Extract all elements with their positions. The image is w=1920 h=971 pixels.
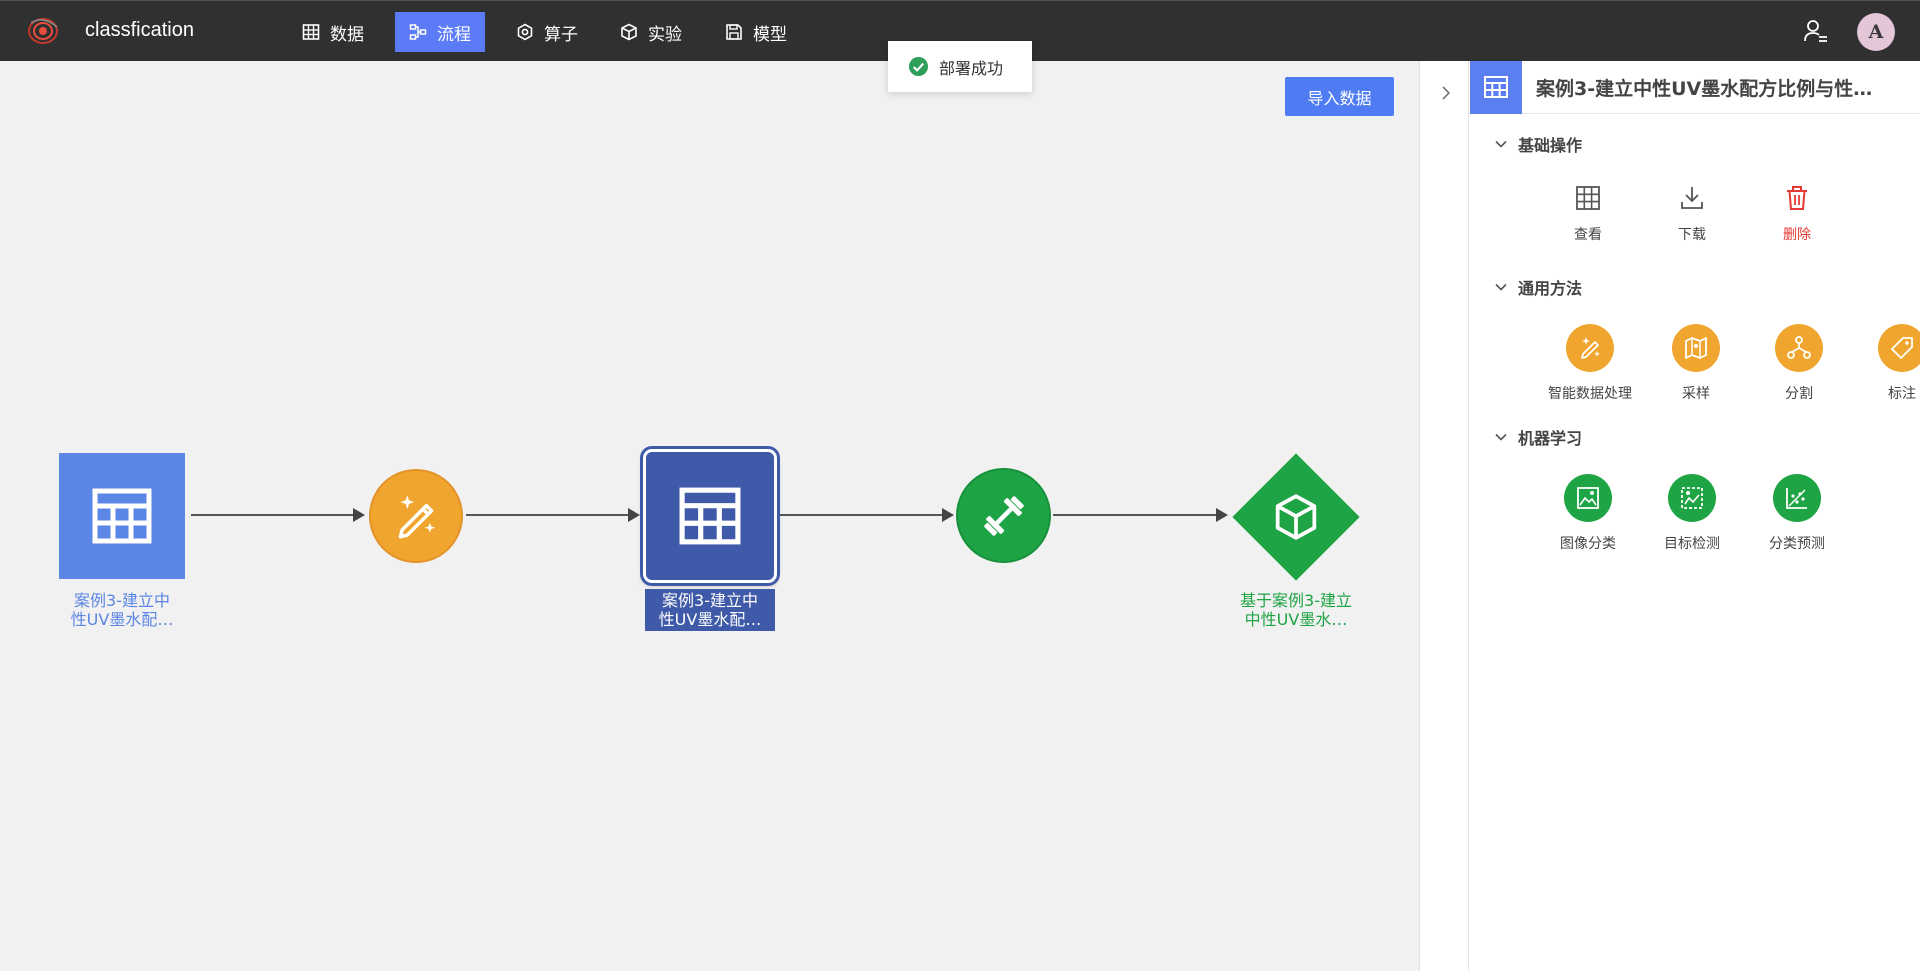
- nav-model[interactable]: 模型: [711, 12, 801, 52]
- nav-data-label: 数据: [330, 24, 364, 45]
- sampling-button[interactable]: 采样: [1646, 324, 1746, 403]
- chevron-right-icon: [1442, 86, 1451, 100]
- dumbbell-icon: [983, 495, 1024, 536]
- section-general-methods[interactable]: 通用方法: [1494, 275, 1582, 299]
- dataset-node-selected[interactable]: [643, 449, 777, 583]
- flow-edge: [778, 508, 954, 522]
- hexagon-icon: [517, 23, 533, 41]
- magic-pencil-icon: [1581, 337, 1600, 359]
- annotate-label: 标注: [1888, 386, 1916, 402]
- sampling-label: 采样: [1682, 386, 1710, 402]
- dataset-node[interactable]: [59, 453, 185, 579]
- cube-icon: [621, 23, 637, 41]
- image-classify-icon: [1577, 487, 1599, 509]
- object-detection-button[interactable]: 目标检测: [1642, 474, 1742, 553]
- object-detect-icon: [1681, 487, 1703, 509]
- nav-flow[interactable]: 流程: [395, 12, 485, 52]
- table-icon: [92, 488, 152, 544]
- chevron-down-icon: [1495, 433, 1507, 441]
- app-title: classfication: [85, 19, 194, 41]
- model-node-label[interactable]: 基于案例3-建立 中性UV墨水…: [1231, 591, 1361, 629]
- flow-edge: [466, 508, 640, 522]
- save-icon: [726, 24, 742, 40]
- nav-flow-label: 流程: [437, 24, 471, 45]
- download-icon: [1681, 187, 1703, 209]
- toast-message: 部署成功: [939, 58, 1004, 78]
- smart-data-processing-button[interactable]: 智能数据处理: [1540, 324, 1640, 403]
- table-icon: [679, 487, 741, 545]
- split-button[interactable]: 分割: [1749, 324, 1849, 403]
- table-icon: [1576, 186, 1600, 210]
- training-node[interactable]: [956, 468, 1051, 563]
- avatar[interactable]: A: [1857, 13, 1895, 51]
- flow-edge: [1053, 508, 1228, 522]
- nav-experiment[interactable]: 实验: [606, 12, 696, 52]
- smart-data-processing-label: 智能数据处理: [1548, 386, 1632, 402]
- app-logo-icon[interactable]: [27, 17, 59, 45]
- nav-operator[interactable]: 算子: [502, 12, 592, 52]
- scatter-predict-icon: [1786, 488, 1807, 509]
- right-panel: 案例3-建立中性UV墨水配方比例与性… 基础操作 查看 下载 删除 通用方法 智…: [1419, 60, 1920, 971]
- view-button[interactable]: 查看: [1538, 183, 1638, 244]
- image-classification-label: 图像分类: [1560, 536, 1616, 552]
- panel-header: 案例3-建立中性UV墨水配方比例与性…: [1470, 60, 1920, 114]
- delete-label: 删除: [1783, 227, 1811, 243]
- flow-icon: [409, 24, 427, 40]
- section-basic-ops[interactable]: 基础操作: [1494, 132, 1582, 156]
- flow-canvas[interactable]: 导入数据 案例3-建立中 性UV墨水配… 案例3-建立中 性UV墨水配… 基于案…: [0, 61, 1419, 971]
- chevron-down-icon: [1495, 283, 1507, 291]
- image-classification-button[interactable]: 图像分类: [1538, 474, 1638, 553]
- success-toast: 部署成功: [888, 41, 1032, 92]
- section-title-label: 基础操作: [1518, 136, 1583, 155]
- dataset-node-selected-label[interactable]: 案例3-建立中 性UV墨水配…: [645, 589, 775, 631]
- cube-icon: [1275, 494, 1317, 540]
- trash-icon: [1787, 186, 1807, 210]
- nav-data[interactable]: 数据: [288, 12, 378, 52]
- user-menu-icon[interactable]: [1803, 18, 1829, 44]
- tag-icon: [1891, 337, 1913, 359]
- object-detection-label: 目标检测: [1664, 536, 1720, 552]
- split-label: 分割: [1785, 386, 1813, 402]
- nav-operator-label: 算子: [544, 24, 578, 45]
- map-icon: [1685, 337, 1707, 359]
- table-icon: [1484, 76, 1508, 98]
- delete-button[interactable]: 删除: [1747, 183, 1847, 244]
- nav-model-label: 模型: [753, 24, 787, 45]
- magic-pencil-icon: [398, 495, 436, 539]
- nav-experiment-label: 实验: [648, 24, 682, 45]
- section-title-label: 通用方法: [1518, 279, 1583, 298]
- import-data-button[interactable]: 导入数据: [1285, 77, 1394, 116]
- download-button[interactable]: 下载: [1642, 183, 1742, 244]
- view-label: 查看: [1574, 227, 1602, 243]
- panel-collapse-button[interactable]: [1419, 61, 1469, 971]
- dataset-node-label[interactable]: 案例3-建立中 性UV墨水配…: [57, 591, 187, 629]
- panel-header-icon: [1470, 60, 1522, 114]
- section-machine-learning[interactable]: 机器学习: [1494, 425, 1582, 449]
- classification-prediction-label: 分类预测: [1769, 536, 1825, 552]
- chevron-down-icon: [1495, 140, 1507, 148]
- download-label: 下载: [1678, 227, 1706, 243]
- table-icon: [302, 24, 320, 40]
- data-processing-node[interactable]: [369, 469, 463, 563]
- model-node[interactable]: [1232, 453, 1360, 581]
- classification-prediction-button[interactable]: 分类预测: [1747, 474, 1847, 553]
- flow-edge: [191, 508, 365, 522]
- annotate-button[interactable]: 标注: [1852, 324, 1920, 403]
- check-circle-icon: [908, 56, 929, 77]
- split-icon: [1787, 336, 1811, 359]
- panel-title: 案例3-建立中性UV墨水配方比例与性…: [1536, 77, 1873, 100]
- section-title-label: 机器学习: [1518, 429, 1583, 448]
